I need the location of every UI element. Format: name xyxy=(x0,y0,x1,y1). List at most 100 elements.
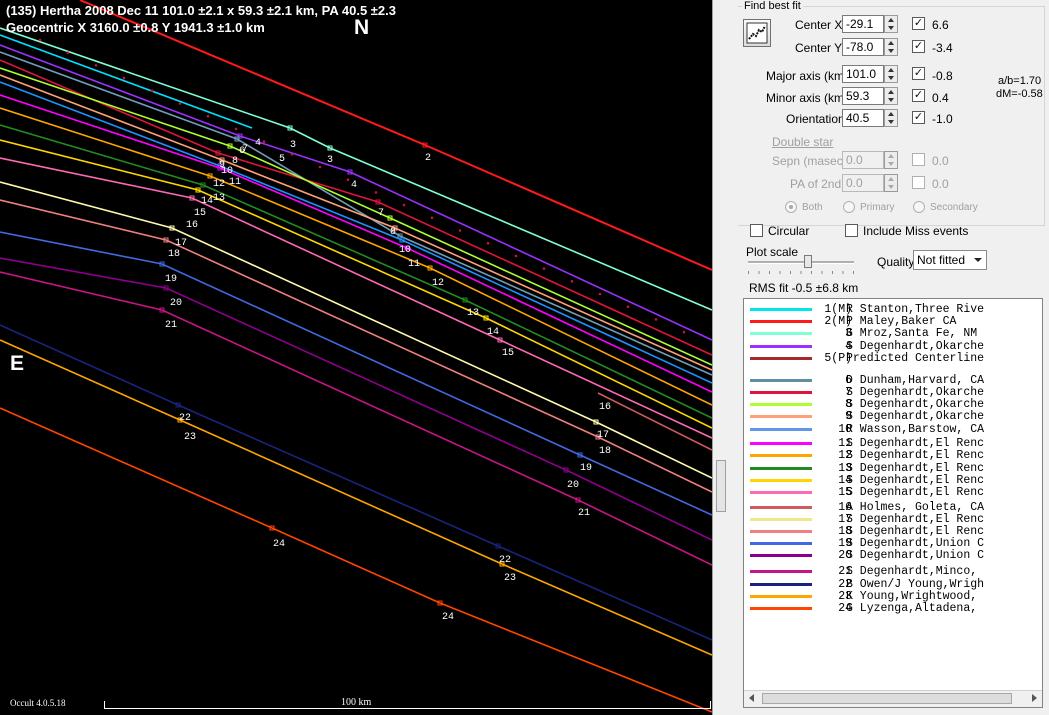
chord-label: 23 xyxy=(184,432,196,443)
minor-axis-spinner[interactable] xyxy=(884,87,898,105)
observer-color-swatch xyxy=(750,478,812,482)
sepn-spinner[interactable] xyxy=(884,151,898,169)
chord-label: 11 xyxy=(229,177,241,188)
centerline-dot xyxy=(374,191,378,194)
centerline-dot xyxy=(542,267,546,270)
chord-label: 23 xyxy=(504,573,516,584)
center-x-spinner[interactable] xyxy=(884,15,898,33)
circular-checkbox[interactable] xyxy=(750,224,763,237)
chord-label: 22 xyxy=(499,555,511,566)
chord-label: 12 xyxy=(432,278,444,289)
pa2-spinner[interactable] xyxy=(884,174,898,192)
sepn-label: Sepn (masec) xyxy=(772,154,847,168)
major-axis-spinner[interactable] xyxy=(884,65,898,83)
observer-color-swatch xyxy=(750,403,812,407)
center-y-input[interactable]: -78.0 xyxy=(842,38,884,56)
plot-scale-thumb[interactable] xyxy=(804,255,812,268)
splitter-grip[interactable] xyxy=(716,460,726,512)
centerline-dot xyxy=(234,127,238,131)
chord-label: 11 xyxy=(408,259,420,270)
panel-splitter[interactable] xyxy=(712,0,739,715)
chord-label: 18 xyxy=(599,446,611,457)
centerline-dot xyxy=(598,292,602,296)
major-axis-input[interactable]: 101.0 xyxy=(842,65,884,83)
centerline-dot xyxy=(94,64,98,67)
centerline-dot xyxy=(682,330,686,334)
centerline-dot xyxy=(66,51,70,54)
observer-name: S Degenhardt,Okarche xyxy=(846,339,985,353)
chord-label: 17 xyxy=(597,430,609,441)
observer-name: S Degenhardt,Union C xyxy=(846,549,985,563)
centerline-dot xyxy=(150,89,154,93)
centerline-dot xyxy=(206,114,210,118)
scroll-thumb[interactable] xyxy=(762,693,1012,704)
observer-color-swatch xyxy=(750,415,812,419)
plot-title: (135) Hertha 2008 Dec 11 101.0 ±2.1 x 59… xyxy=(6,3,396,18)
chord-label: 10 xyxy=(399,245,411,256)
sepn-input[interactable]: 0.0 xyxy=(842,151,884,169)
chord-label: 22 xyxy=(179,413,191,424)
minor-axis-checkbox[interactable]: ✓ xyxy=(912,89,925,102)
center-x-input[interactable]: -29.1 xyxy=(842,15,884,33)
observer-name: R Stanton,Three Rive xyxy=(846,303,985,316)
radio-both[interactable] xyxy=(785,201,797,213)
east-label: E xyxy=(10,352,25,375)
center-y-spinner[interactable] xyxy=(884,38,898,56)
observer-color-swatch xyxy=(750,320,812,324)
occultation-plot[interactable]: 3 4 6 7 8 9 10 11 12 13 14 15 16 17 18 19 20 21 22 23 24 5 3 2 4… xyxy=(0,0,712,715)
centerline-dot xyxy=(262,140,266,143)
chord-label: 2 xyxy=(425,153,431,164)
radio-primary[interactable] xyxy=(843,201,855,213)
orientation-input[interactable]: 40.5 xyxy=(842,109,884,127)
chord-label: 24 xyxy=(442,612,454,623)
radio-secondary[interactable] xyxy=(913,201,925,213)
observer-name: S Degenhardt,El Renc xyxy=(846,473,985,487)
chord-label: 14 xyxy=(201,196,213,207)
quality-value: Not fitted xyxy=(917,253,966,267)
orientation-spinner[interactable] xyxy=(884,109,898,127)
observer-color-swatch xyxy=(750,427,812,431)
chord-label: 7 xyxy=(378,208,384,219)
pa2-input[interactable]: 0.0 xyxy=(842,174,884,192)
plot-scale-slider[interactable] xyxy=(748,255,854,278)
horizontal-scrollbar[interactable] xyxy=(744,690,1042,707)
scroll-right-icon[interactable] xyxy=(1032,694,1037,702)
quality-select[interactable]: Not fitted xyxy=(913,250,987,270)
observer-color-swatch xyxy=(750,378,812,382)
chord-8 xyxy=(0,67,712,366)
observer-color-swatch xyxy=(750,491,812,494)
observer-color-swatch xyxy=(750,454,812,458)
centerline-dot xyxy=(486,241,490,245)
chord-label: 15 xyxy=(194,208,206,219)
scroll-left-icon[interactable] xyxy=(749,694,754,702)
observer-color-swatch xyxy=(750,530,812,534)
chord-11 xyxy=(0,94,712,393)
center-x-checkbox[interactable]: ✓ xyxy=(912,17,925,30)
observer-color-swatch xyxy=(750,344,812,348)
delta-magnitude: dM=-0.58 xyxy=(996,88,1043,100)
minor-axis-input[interactable]: 59.3 xyxy=(842,87,884,105)
pa2-checkbox[interactable] xyxy=(912,176,925,189)
sepn-checkbox[interactable] xyxy=(912,153,925,166)
fit-curve-icon xyxy=(746,22,768,44)
pa2-delta: 0.0 xyxy=(932,177,949,191)
include-miss-checkbox[interactable] xyxy=(845,224,858,237)
chord-label: 4 xyxy=(351,180,357,191)
centerline-dot xyxy=(570,280,574,283)
major-axis-checkbox[interactable]: ✓ xyxy=(912,67,925,80)
observer-name: S Degenhardt,Okarche xyxy=(846,398,985,412)
observer-color-swatch xyxy=(750,466,812,470)
double-star-link[interactable]: Double star xyxy=(772,135,833,149)
observer-name: P Maley,Baker CA xyxy=(846,315,957,329)
center-y-checkbox[interactable]: ✓ xyxy=(912,40,925,53)
scale-label: 100 km xyxy=(341,697,372,708)
orientation-checkbox[interactable]: ✓ xyxy=(912,111,925,124)
centerline-dot xyxy=(122,76,126,80)
minor-axis-label: Minor axis (km) xyxy=(766,91,849,105)
observer-name: S Degenhardt,El Renc xyxy=(846,486,985,499)
observer-list[interactable]: 1(M) R Stanton,Three Rive 2(M) P Maley,Bake… xyxy=(743,298,1043,708)
observer-color-swatch xyxy=(750,570,812,574)
major-axis-delta: -0.8 xyxy=(932,69,953,83)
chord-23 xyxy=(0,339,712,656)
fit-button[interactable] xyxy=(743,19,771,47)
